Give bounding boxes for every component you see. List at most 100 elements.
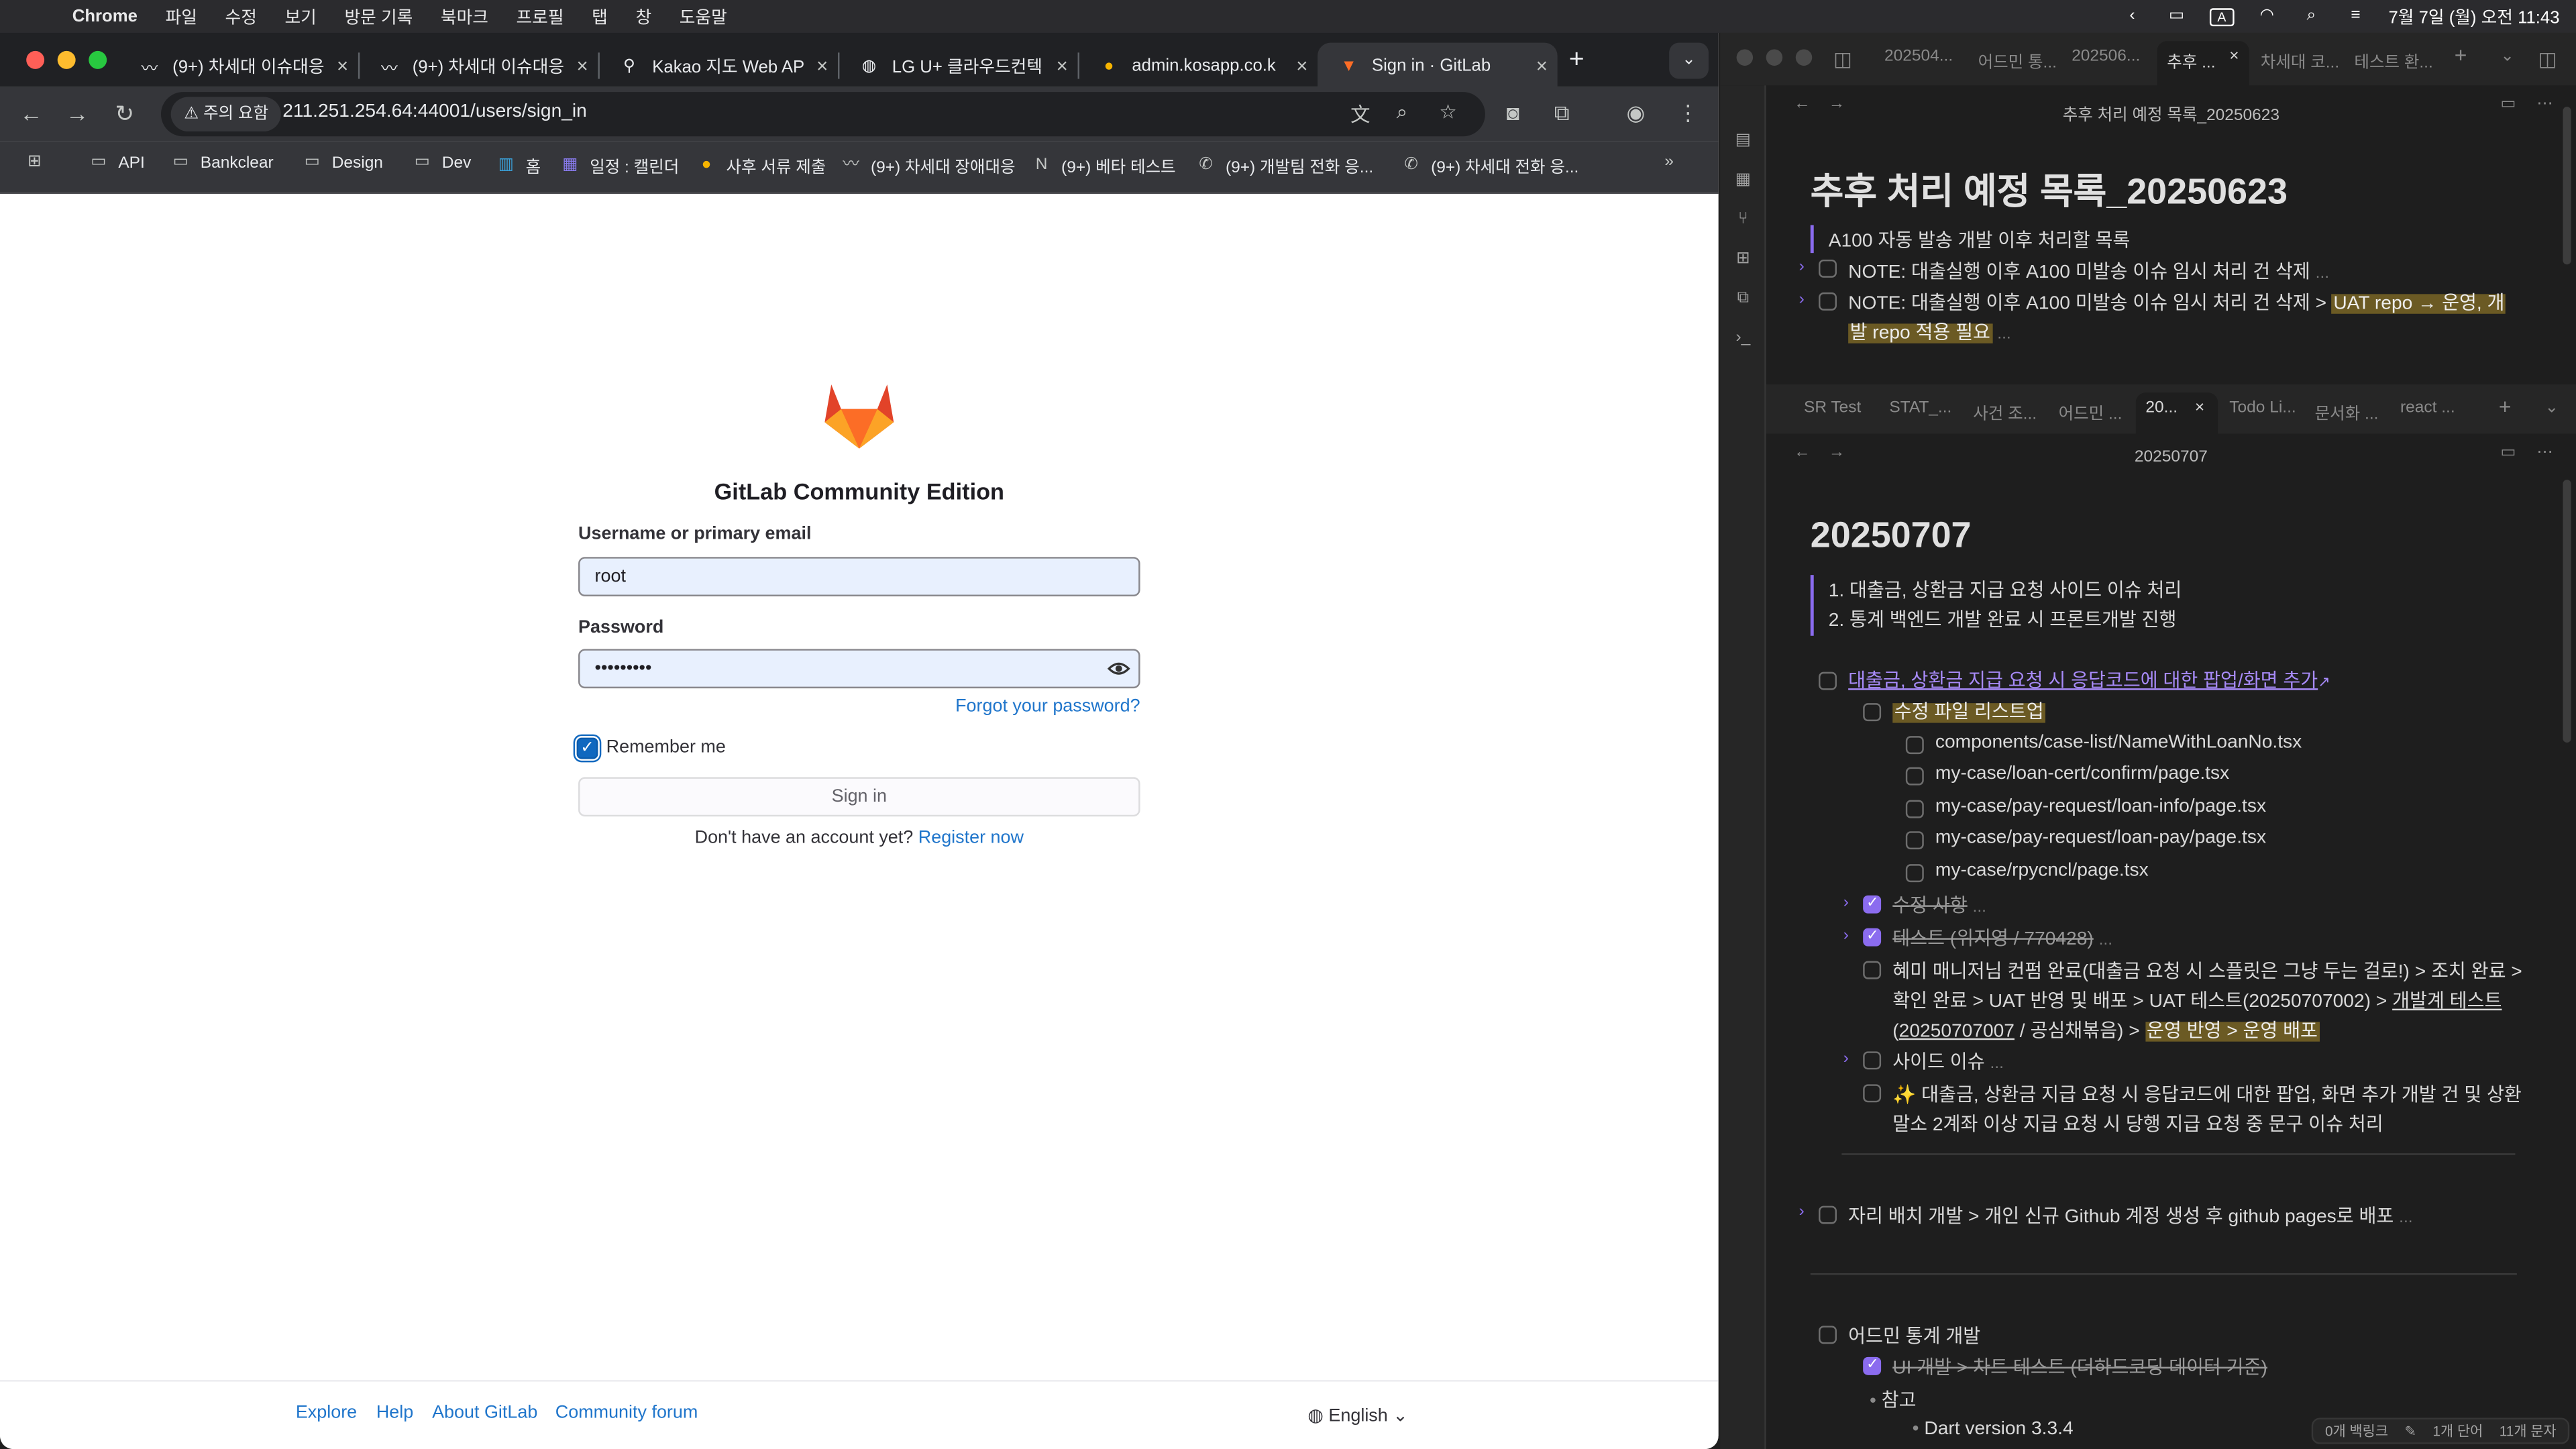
chevron-left-icon[interactable]: ‹: [2121, 7, 2143, 24]
username-input[interactable]: root: [578, 557, 1140, 596]
task-checkbox-checked[interactable]: [1863, 894, 1882, 914]
menu-item-file[interactable]: 파일: [166, 4, 197, 29]
task-checkbox[interactable]: [1863, 1084, 1882, 1103]
task-checkbox[interactable]: [1863, 961, 1882, 979]
bookmark-item[interactable]: ✆ (9+) 개발팀 전화 응...: [1194, 153, 1373, 177]
collapse-arrow-icon[interactable]: ›: [1843, 926, 1849, 945]
close-tab-icon[interactable]: ×: [577, 54, 588, 77]
profile-avatar-icon[interactable]: ◉: [1627, 100, 1646, 126]
note-tab[interactable]: 테스트 환...: [2354, 48, 2432, 72]
eye-icon[interactable]: [1107, 657, 1130, 680]
note-tab[interactable]: 202504...: [1884, 48, 1953, 66]
address-url[interactable]: 211.251.254.64:44001/users/sign_in: [282, 102, 587, 121]
tab-list-chevron-icon[interactable]: ⌄: [2500, 48, 2514, 66]
sidebar-toggle-icon[interactable]: ◫: [1833, 48, 1852, 70]
input-source-indicator[interactable]: A: [2209, 7, 2235, 25]
task-checkbox[interactable]: [1905, 864, 1924, 883]
note-tab[interactable]: SR Test: [1804, 399, 1861, 417]
task-link[interactable]: 대출금, 상환금 지급 요청 시 응답코드에 대한 팝업/화면 추가↗: [1848, 667, 2330, 693]
screenshot-camera-icon[interactable]: ◙: [1507, 100, 1519, 125]
close-tab-icon[interactable]: ×: [337, 54, 348, 77]
note-tab[interactable]: Todo Li...: [2229, 399, 2296, 417]
new-tab-icon[interactable]: +: [2499, 394, 2512, 419]
zoom-magnifier-icon[interactable]: ⌕: [1397, 100, 1407, 125]
collapse-arrow-icon[interactable]: ›: [1799, 290, 1805, 309]
files-icon[interactable]: ▤: [1733, 131, 1753, 151]
note-tab-active[interactable]: 추후 ...: [2167, 48, 2215, 72]
note-tab[interactable]: 차세대 코...: [2261, 48, 2339, 72]
note-tab[interactable]: 어드민 ...: [2059, 399, 2123, 424]
bookmark-item[interactable]: N (9+) 베타 테스트: [1030, 153, 1176, 177]
menu-item-history[interactable]: 방문 기록: [344, 4, 413, 29]
close-tab-icon[interactable]: ×: [2229, 48, 2239, 66]
task-checkbox[interactable]: [1819, 672, 1837, 690]
language-selector[interactable]: ◍ English ⌄: [1307, 1405, 1407, 1426]
remember-me-checkbox[interactable]: ✓: [576, 737, 598, 759]
more-options-icon[interactable]: ⋯: [2536, 95, 2553, 113]
apps-grid-icon[interactable]: ⊞: [23, 153, 54, 172]
new-tab-icon[interactable]: +: [1569, 46, 1585, 76]
menu-item-window[interactable]: 창: [635, 4, 651, 29]
translate-icon[interactable]: 文: [1350, 100, 1370, 128]
spotlight-search-icon[interactable]: ⌕: [2300, 7, 2322, 24]
note-tab[interactable]: 사건 조...: [1973, 399, 2037, 424]
browser-tab[interactable]: ● admin.kosapp.co.k ×: [1078, 43, 1318, 89]
menu-item-help[interactable]: 도움말: [680, 4, 727, 29]
bookmark-item[interactable]: ▭ Dev: [411, 153, 472, 172]
omnibox[interactable]: ⚠ 주의 요함 211.251.254.64:44001/users/sign_…: [161, 92, 1485, 137]
graph-icon[interactable]: ⑂: [1733, 210, 1753, 229]
more-options-icon[interactable]: ⋯: [2536, 443, 2553, 462]
tab-list-chevron-icon[interactable]: ⌄: [2545, 399, 2559, 417]
bookmark-item[interactable]: ▭ Design: [301, 153, 383, 172]
task-checkbox[interactable]: [1905, 800, 1924, 818]
pencil-icon[interactable]: ✎: [2404, 1422, 2416, 1440]
forgot-password-link[interactable]: Forgot your password?: [955, 696, 1140, 716]
footer-community-forum-link[interactable]: Community forum: [555, 1403, 698, 1422]
wifi-icon[interactable]: ◠: [2255, 7, 2278, 24]
reading-view-icon[interactable]: ▭: [2500, 95, 2516, 113]
close-tab-icon[interactable]: ×: [1536, 54, 1548, 77]
menu-item-profiles[interactable]: 프로필: [517, 4, 564, 29]
task-checkbox[interactable]: [1819, 1326, 1837, 1344]
collapse-arrow-icon[interactable]: ›: [1799, 1203, 1805, 1221]
task-checkbox[interactable]: [1819, 259, 1837, 278]
browser-tab[interactable]: 〰 (9+) 차세대 이슈대응 ×: [358, 43, 600, 89]
register-now-link[interactable]: Register now: [918, 828, 1024, 847]
note-tab[interactable]: 202506...: [2072, 48, 2140, 66]
calendar-icon[interactable]: ▦: [1733, 171, 1753, 191]
bookmark-item[interactable]: ✆ (9+) 차세대 전화 응...: [1400, 153, 1578, 177]
canvas-icon[interactable]: ⊞: [1733, 250, 1753, 269]
security-warning-chip[interactable]: ⚠ 주의 요함: [170, 97, 282, 131]
menu-item-edit[interactable]: 수정: [225, 4, 257, 29]
reading-view-icon[interactable]: ▭: [2500, 443, 2516, 462]
right-sidebar-toggle-icon[interactable]: ◫: [2538, 48, 2557, 70]
minimize-window-button[interactable]: [57, 50, 76, 69]
terminal-icon[interactable]: ›_: [1733, 329, 1753, 348]
task-checkbox-checked[interactable]: [1863, 1355, 1882, 1375]
sign-in-button[interactable]: Sign in: [578, 777, 1140, 817]
footer-help-link[interactable]: Help: [376, 1403, 413, 1422]
reload-icon[interactable]: ↻: [115, 100, 134, 128]
note-tab[interactable]: STAT_...: [1889, 399, 1951, 417]
task-checkbox[interactable]: [1905, 831, 1924, 850]
menu-clock[interactable]: 7월 7일 (월) 오전 11:43: [2389, 4, 2560, 29]
back-arrow-icon[interactable]: ←: [19, 100, 42, 126]
close-tab-icon[interactable]: ×: [1057, 54, 1068, 77]
note-tab[interactable]: react ...: [2400, 399, 2455, 417]
bookmark-item[interactable]: 〰 (9+) 차세대 장애대응: [839, 153, 1015, 177]
copy-icon[interactable]: ⧉: [1733, 289, 1753, 309]
task-checkbox[interactable]: [1863, 703, 1882, 722]
browser-tab[interactable]: ◍ LG U+ 클라우드컨텍 ×: [838, 43, 1079, 89]
bookmark-item[interactable]: ▭ API: [87, 153, 144, 172]
menu-item-view[interactable]: 보기: [285, 4, 317, 29]
password-input[interactable]: •••••••••: [578, 649, 1140, 689]
bookmark-item[interactable]: ▥ 홈: [494, 153, 541, 177]
footer-about-link[interactable]: About GitLab: [432, 1403, 537, 1422]
collapse-arrow-icon[interactable]: ›: [1843, 894, 1849, 912]
menu-item-bookmarks[interactable]: 북마크: [441, 4, 488, 29]
note-tab[interactable]: 어드민 통...: [1978, 48, 2057, 72]
close-tab-icon[interactable]: ×: [1296, 54, 1307, 77]
browser-tab-active[interactable]: ▼ Sign in · GitLab ×: [1318, 42, 1558, 89]
task-checkbox[interactable]: [1863, 1051, 1882, 1070]
control-center-icon[interactable]: ≡: [2344, 7, 2367, 24]
